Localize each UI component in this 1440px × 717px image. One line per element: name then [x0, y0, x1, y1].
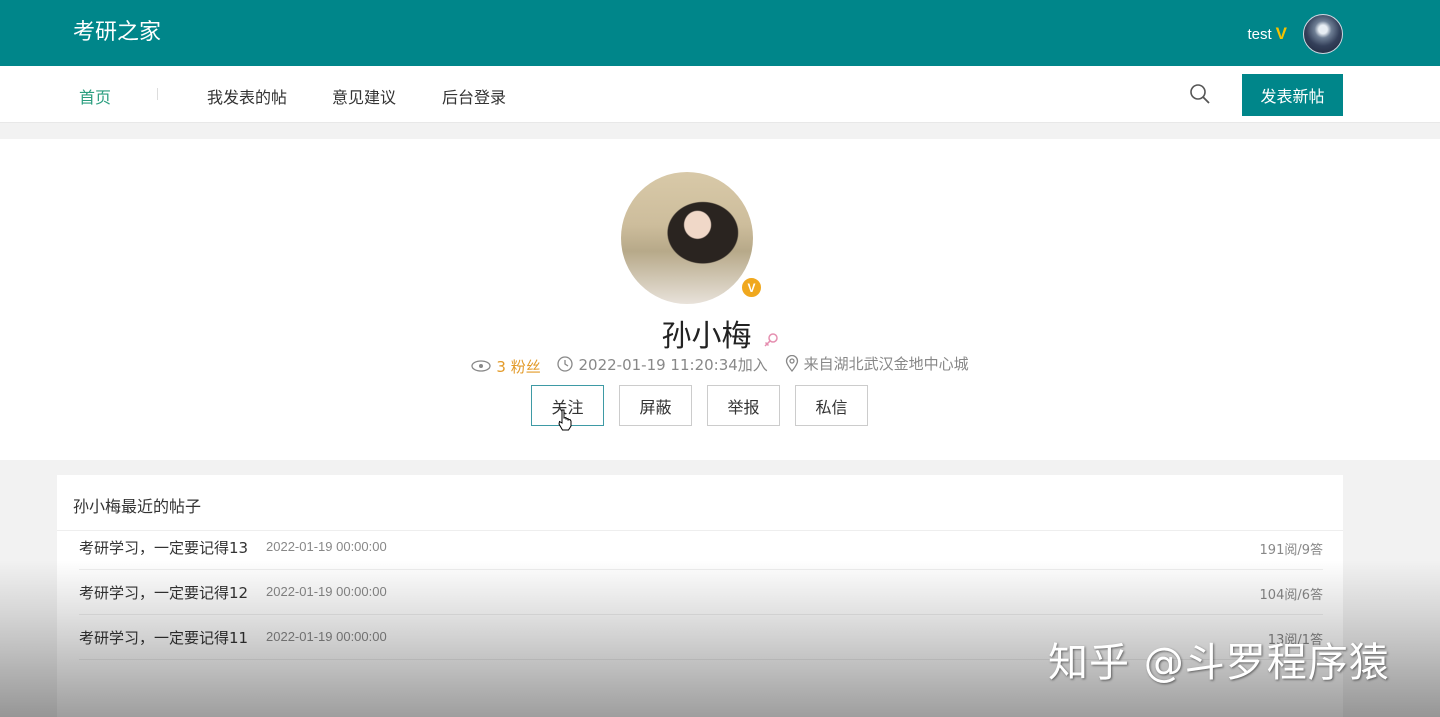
new-post-button[interactable]: 发表新帖	[1242, 74, 1343, 116]
profile-meta: 3 粉丝 2022-01-19 11:20:34加入 来自湖北武汉金地中心城	[0, 353, 1440, 377]
location-text: 来自湖北武汉金地中心城	[803, 355, 969, 373]
profile-actions: 关注 屏蔽 举报 私信	[531, 385, 868, 426]
fans-info[interactable]: 3 粉丝	[471, 356, 541, 377]
post-date: 2022-01-19 00:00:00	[266, 584, 387, 599]
main-nav: 首页 我发表的帖 意见建议 后台登录 发表新帖	[0, 66, 1440, 123]
post-row[interactable]: 考研学习，一定要记得12 2022-01-19 00:00:00 104阅/6答	[79, 570, 1323, 615]
post-title[interactable]: 考研学习，一定要记得11	[79, 627, 248, 648]
join-info: 2022-01-19 11:20:34加入	[557, 354, 768, 375]
profile-name-row: 孙小梅	[0, 311, 1440, 355]
search-icon[interactable]	[1188, 82, 1212, 106]
profile-card: V 孙小梅 3 粉丝 2022-01-19 11:20:34加入 来自湖北武汉金…	[0, 139, 1440, 460]
location-info: 来自湖北武汉金地中心城	[785, 353, 969, 374]
nav-item-home[interactable]: 首页	[79, 84, 111, 108]
post-date: 2022-01-19 00:00:00	[266, 539, 387, 554]
post-stats: 104阅/6答	[1259, 588, 1323, 603]
report-button[interactable]: 举报	[707, 385, 780, 426]
top-header: 考研之家 test V	[0, 0, 1440, 66]
location-pin-icon	[785, 355, 798, 372]
post-date: 2022-01-19 00:00:00	[266, 629, 387, 644]
profile-name: 孙小梅	[661, 319, 752, 354]
recent-posts-title: 孙小梅最近的帖子	[73, 497, 202, 516]
nav-item-feedback[interactable]: 意见建议	[332, 84, 396, 108]
nav-divider	[157, 88, 158, 100]
fans-count[interactable]: 3 粉丝	[496, 356, 540, 377]
block-button[interactable]: 屏蔽	[619, 385, 692, 426]
profile-avatar	[621, 172, 753, 304]
clock-icon	[557, 356, 574, 372]
post-row[interactable]: 考研学习，一定要记得13 2022-01-19 00:00:00 191阅/9答	[79, 525, 1323, 570]
user-menu[interactable]: test V	[1247, 14, 1343, 54]
nav-item-admin-login[interactable]: 后台登录	[442, 84, 506, 108]
vip-icon: V	[1275, 24, 1287, 43]
hand-cursor-icon	[558, 409, 572, 431]
watermark-text: 知乎 @斗罗程序猿	[1048, 640, 1390, 686]
nav-item-my-posts[interactable]: 我发表的帖	[207, 84, 287, 108]
username[interactable]: test	[1247, 26, 1271, 43]
post-title[interactable]: 考研学习，一定要记得12	[79, 582, 248, 603]
post-stats: 191阅/9答	[1259, 543, 1323, 558]
verified-badge-icon: V	[740, 276, 763, 299]
site-brand[interactable]: 考研之家	[73, 14, 161, 46]
join-date: 2022-01-19 11:20:34加入	[578, 355, 768, 374]
eye-icon	[471, 360, 492, 372]
female-icon	[764, 333, 778, 347]
user-avatar[interactable]	[1303, 14, 1343, 54]
message-button[interactable]: 私信	[795, 385, 868, 426]
post-title[interactable]: 考研学习，一定要记得13	[79, 537, 248, 558]
